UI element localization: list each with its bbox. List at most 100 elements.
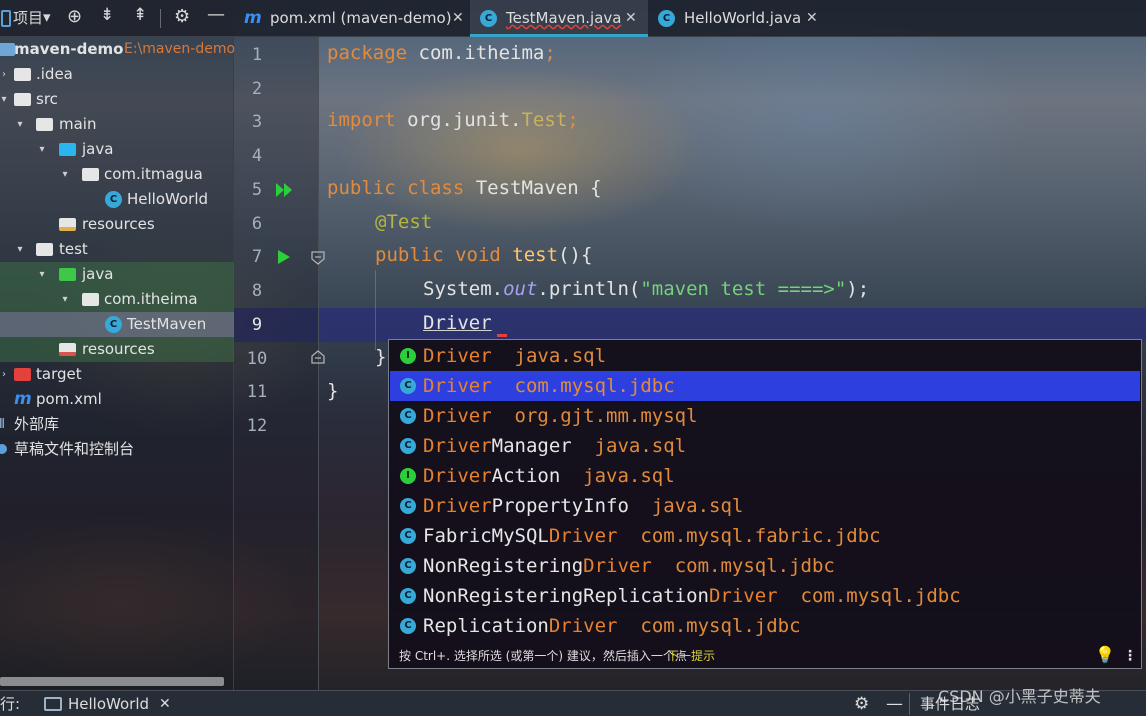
close-icon[interactable]: ✕	[159, 691, 171, 716]
completion-item[interactable]: C FabricMySQLDriver com.mysql.fabric.jdbc	[390, 521, 1140, 551]
tree-node-maven-demo[interactable]: maven-demo E:\maven-demo	[0, 37, 236, 62]
folder-icon	[36, 243, 53, 256]
completion-match: Driver	[423, 435, 492, 457]
class-icon: C	[400, 618, 416, 634]
tree-node-main-java[interactable]: ▾ java	[0, 137, 234, 162]
close-icon[interactable]: ✕	[625, 0, 637, 37]
completion-package: com.mysql.jdbc	[800, 585, 961, 607]
code-line-9[interactable]: Driver	[423, 312, 492, 334]
target-icon[interactable]: ⊕	[67, 6, 82, 27]
bottom-tool-bar: 行: HelloWorld ✕ ⚙ — 事件日志 CSDN @小黑子史蒂夫	[0, 687, 1146, 716]
fold-marker-icon[interactable]	[310, 250, 326, 266]
text-caret	[497, 334, 507, 337]
gear-icon[interactable]: ⚙	[854, 691, 869, 716]
tab-testmaven-java[interactable]: C TestMaven.java ✕	[470, 0, 648, 37]
completion-item[interactable]: C ReplicationDriver com.mysql.jdbc	[390, 611, 1140, 641]
tree-node-main-resources[interactable]: resources	[0, 212, 234, 237]
code-line-3[interactable]: import org.junit.Test;	[327, 109, 579, 131]
completion-item[interactable]: C NonRegisteringReplicationDriver com.mys…	[390, 581, 1140, 611]
run-all-tests-icon[interactable]	[274, 180, 296, 200]
code-line-11[interactable]: }	[327, 380, 338, 402]
gear-icon[interactable]: ⚙	[174, 6, 190, 27]
completion-item[interactable]: C Driver org.gjt.mm.mysql	[390, 401, 1140, 431]
project-view-icon[interactable]	[1, 10, 11, 27]
fold-marker-icon[interactable]	[310, 349, 326, 365]
close-icon[interactable]: ✕	[806, 0, 818, 37]
close-icon[interactable]: ✕	[452, 0, 464, 37]
chevron-right-icon[interactable]: ›	[0, 362, 10, 387]
chevron-right-icon[interactable]: ›	[0, 62, 10, 87]
horizontal-scrollbar[interactable]	[0, 677, 224, 686]
tree-node-test-java[interactable]: ▾ java	[0, 262, 234, 287]
code-line-1[interactable]: package com.itheima;	[327, 42, 556, 64]
tree-node-label: 草稿文件和控制台	[14, 440, 135, 458]
code-text: com.itheima	[407, 42, 545, 64]
tree-node-external-libraries[interactable]: ⦀ 外部库	[0, 412, 234, 437]
chevron-down-icon[interactable]: ▾	[36, 137, 48, 162]
tree-node-testmaven[interactable]: C TestMaven	[0, 312, 234, 337]
java-class-icon: C	[480, 10, 497, 27]
completion-item[interactable]: C DriverPropertyInfo java.sql	[390, 491, 1140, 521]
run-test-icon[interactable]	[276, 247, 292, 267]
tree-node-test-resources[interactable]: resources	[0, 337, 234, 362]
chevron-down-icon[interactable]: ▾	[0, 87, 10, 112]
tree-node-pom[interactable]: m pom.xml	[0, 387, 234, 412]
completion-item[interactable]: C NonRegisteringDriver com.mysql.jdbc	[390, 551, 1140, 581]
folder-icon	[14, 68, 31, 81]
chevron-down-icon[interactable]: ▾	[43, 8, 51, 26]
code-line-10[interactable]: }	[375, 346, 386, 368]
chevron-down-icon[interactable]: ▾	[14, 237, 26, 262]
tab-helloworld-java[interactable]: C HelloWorld.java ✕	[648, 0, 838, 37]
tree-node-idea[interactable]: › .idea	[0, 62, 234, 87]
tree-node-scratches[interactable]: 草稿文件和控制台	[0, 437, 234, 462]
chevron-down-icon[interactable]: ▾	[59, 162, 71, 187]
completion-item[interactable]: I Driver java.sql	[390, 341, 1140, 371]
minimize-icon[interactable]: —	[207, 4, 225, 25]
minimize-icon[interactable]: —	[886, 691, 903, 716]
code-text: TestMaven {	[464, 177, 602, 199]
project-view-title[interactable]: 项目	[13, 7, 43, 28]
lightbulb-icon[interactable]: 💡	[1095, 642, 1115, 668]
tree-node-main[interactable]: ▾ main	[0, 112, 234, 137]
class-icon: C	[400, 528, 416, 544]
completion-match: Driver	[423, 465, 492, 487]
tree-node-label: TestMaven	[127, 315, 207, 333]
next-tip-link[interactable]: 下一提示	[667, 643, 715, 669]
collapse-all-icon[interactable]: ⇞	[133, 5, 147, 25]
completion-name-prefix: NonRegistering	[423, 555, 584, 577]
tree-node-target[interactable]: › target	[0, 362, 234, 387]
tab-label: HelloWorld.java	[684, 9, 802, 27]
tab-pom-xml[interactable]: m pom.xml (maven-demo) ✕	[234, 0, 470, 37]
tree-node-com-itmagua[interactable]: ▾ com.itmagua	[0, 162, 234, 187]
tree-node-com-itheima[interactable]: ▾ com.itheima	[0, 287, 234, 312]
completion-item-selected[interactable]: C Driver com.mysql.jdbc	[390, 371, 1140, 401]
code-line-7[interactable]: public void test(){	[375, 244, 592, 266]
run-tool-label: 行:	[0, 695, 21, 713]
run-tab-helloworld[interactable]: HelloWorld	[68, 691, 149, 716]
tree-node-label: maven-demo	[14, 40, 124, 58]
completion-item[interactable]: C DriverManager java.sql	[390, 431, 1140, 461]
code-text: );	[846, 278, 870, 300]
code-line-6[interactable]: @Test	[375, 211, 432, 233]
tree-node-helloworld[interactable]: C HelloWorld	[0, 187, 234, 212]
editor-tab-bar: m pom.xml (maven-demo) ✕ C TestMaven.jav…	[234, 0, 1146, 37]
tree-node-test[interactable]: ▾ test	[0, 237, 234, 262]
completion-match: Driver	[583, 555, 652, 577]
tree-node-src[interactable]: ▾ src	[0, 87, 234, 112]
chevron-down-icon[interactable]: ▾	[59, 287, 71, 312]
completion-package: com.mysql.jdbc	[514, 375, 675, 397]
completion-package: com.mysql.jdbc	[674, 555, 835, 577]
code-line-5[interactable]: public class TestMaven {	[327, 177, 602, 199]
chevron-down-icon[interactable]: ▾	[36, 262, 48, 287]
chevron-down-icon[interactable]: ▾	[14, 112, 26, 137]
module-path: E:\maven-demo	[124, 41, 236, 57]
class-icon: C	[400, 558, 416, 574]
more-options-icon[interactable]: ⋮	[1123, 643, 1137, 669]
code-text: }	[327, 380, 339, 402]
expand-all-icon[interactable]: ⇟	[100, 5, 114, 25]
class-icon: C	[400, 408, 416, 424]
completion-match: Driver	[423, 375, 492, 397]
completion-item[interactable]: I DriverAction java.sql	[390, 461, 1140, 491]
code-line-8[interactable]: System.out.println("maven test ====>");	[423, 278, 869, 300]
code-keyword: public class	[327, 177, 465, 199]
